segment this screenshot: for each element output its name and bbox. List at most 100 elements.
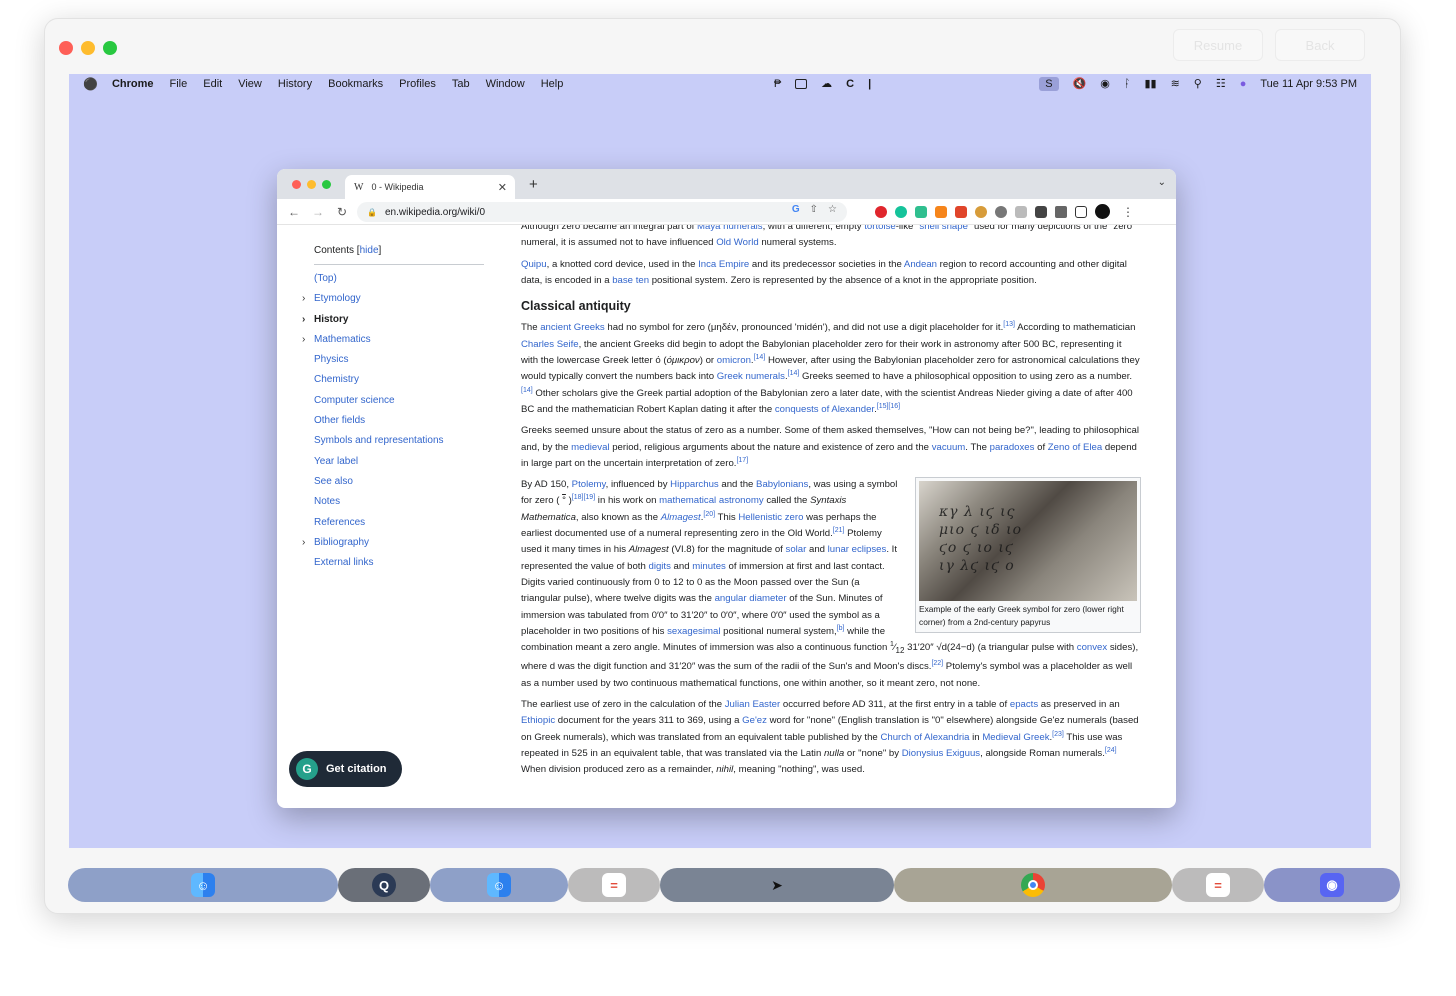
toc-item-external-links[interactable]: External links	[314, 557, 484, 577]
toc-item-other-fields[interactable]: Other fields	[314, 415, 484, 435]
dock-item-discord[interactable]: ◉	[1264, 868, 1400, 902]
link-maya-numerals[interactable]: Maya numerals	[697, 225, 763, 232]
profile-avatar-icon[interactable]	[1095, 204, 1110, 219]
link-dionysius-exiguus[interactable]: Dionysius Exiguus	[902, 748, 980, 759]
puzzle-extensions-icon[interactable]	[1055, 205, 1067, 218]
chevron-right-icon[interactable]: ›	[302, 293, 305, 304]
link-greek-numerals[interactable]: Greek numerals	[717, 371, 785, 382]
toc-item-see-also[interactable]: See also	[314, 476, 484, 496]
address-bar[interactable]: 🔒 en.wikipedia.org/wiki/0 G ⇧ ☆	[357, 202, 847, 222]
more-menu-icon[interactable]: ⋮	[1122, 205, 1134, 219]
link-quipu[interactable]: Quipu	[521, 259, 547, 270]
user-icon[interactable]: ◉	[1100, 77, 1110, 90]
dock-item-calculator-2[interactable]: =	[1172, 868, 1264, 902]
toc-item-references[interactable]: References	[314, 517, 484, 537]
link-shell-shape[interactable]: shell shape	[919, 225, 968, 232]
link-minutes[interactable]: minutes	[692, 561, 726, 572]
grey-extension-icon[interactable]	[995, 205, 1007, 218]
red-extension-icon[interactable]	[955, 205, 967, 218]
menu-view[interactable]: View	[238, 78, 262, 90]
menu-window[interactable]: Window	[486, 78, 525, 90]
menu-edit[interactable]: Edit	[203, 78, 222, 90]
chrome-minimize-button[interactable]	[307, 180, 316, 189]
link-omicron[interactable]: omicron	[717, 355, 751, 366]
apple-icon[interactable]: ⚫	[83, 77, 98, 91]
control-center-icon[interactable]: ☷	[1216, 77, 1226, 90]
dock-item-cursor-area[interactable]: ➤	[660, 868, 894, 902]
reload-icon[interactable]: ↻	[335, 205, 349, 219]
status-icon-1[interactable]: ₱	[774, 78, 781, 90]
link-base-ten[interactable]: base ten	[612, 275, 649, 286]
toc-item-year-label[interactable]: Year label	[314, 456, 484, 476]
chevron-right-icon[interactable]: ›	[302, 537, 305, 548]
chevron-right-icon[interactable]: ›	[302, 314, 305, 325]
cookie-extension-icon[interactable]	[975, 205, 987, 218]
link-geez[interactable]: Ge'ez	[742, 715, 767, 726]
mute-icon[interactable]: 🔇	[1073, 77, 1087, 90]
link-sexagesimal[interactable]: sexagesimal	[667, 626, 720, 637]
toc-item-mathematics[interactable]: › Mathematics	[302, 334, 484, 354]
link-ethiopic[interactable]: Ethiopic	[521, 715, 555, 726]
chevron-right-icon[interactable]: ›	[302, 334, 305, 345]
google-icon[interactable]: G	[792, 204, 800, 215]
toc-item-history[interactable]: › History	[302, 314, 484, 334]
bluetooth-icon[interactable]: ᛛ	[1124, 78, 1131, 90]
link-mathematical-astronomy[interactable]: mathematical astronomy	[659, 495, 764, 506]
link-hellenistic-zero[interactable]: Hellenistic zero	[738, 512, 803, 523]
link-epacts[interactable]: epacts	[1010, 699, 1038, 710]
zoom-button[interactable]	[103, 41, 117, 55]
menu-file[interactable]: File	[170, 78, 188, 90]
side-panel-icon[interactable]	[1075, 205, 1087, 218]
toc-item-physics[interactable]: Physics	[314, 354, 484, 374]
url-text[interactable]: en.wikipedia.org/wiki/0	[385, 207, 485, 218]
forward-arrow-icon[interactable]: →	[311, 205, 325, 219]
battery-icon[interactable]: ▮▮	[1144, 77, 1156, 90]
link-ptolemy[interactable]: Ptolemy	[572, 479, 606, 490]
link-ancient-greeks[interactable]: ancient Greeks	[540, 322, 605, 333]
cloud-icon[interactable]: ☁	[821, 77, 832, 90]
close-button[interactable]	[59, 41, 73, 55]
papyrus-image[interactable]: κγ λ ιϛ ις μιο ϛ ιδ ιο ϛο ϛ ιο ιϛ ιγ λϛ ιϛ …	[919, 481, 1137, 602]
link-zeno-of-elea[interactable]: Zeno of Elea	[1048, 442, 1102, 453]
link-conquests-of-alexander[interactable]: conquests of Alexander	[775, 404, 874, 415]
chrome-zoom-button[interactable]	[322, 180, 331, 189]
resume-button[interactable]: Resume	[1173, 29, 1263, 61]
link-charles-seife[interactable]: Charles Seife	[521, 339, 579, 350]
share-icon[interactable]: ⇧	[810, 204, 818, 215]
toc-item-top[interactable]: (Top)	[314, 273, 484, 293]
search-icon[interactable]: ⚲	[1194, 77, 1202, 90]
metamask-extension-icon[interactable]	[935, 205, 947, 218]
toc-item-chemistry[interactable]: Chemistry	[314, 374, 484, 394]
link-old-world[interactable]: Old World	[716, 237, 758, 248]
menu-profiles[interactable]: Profiles	[399, 78, 436, 90]
link-medieval-greek[interactable]: Medieval Greek	[982, 732, 1049, 743]
dock-item-finder-2[interactable]: ☺	[430, 868, 568, 902]
link-angular-diameter[interactable]: angular diameter	[715, 593, 787, 604]
link-paradoxes[interactable]: paradoxes	[990, 442, 1035, 453]
link-hipparchus[interactable]: Hipparchus	[670, 479, 719, 490]
opera-extension-icon[interactable]	[875, 205, 887, 218]
wifi-icon[interactable]: ≋	[1171, 77, 1180, 90]
link-lunar-eclipses[interactable]: lunar eclipses	[828, 544, 887, 555]
c-app-icon[interactable]: C	[846, 78, 854, 90]
siri-icon[interactable]: ●	[1240, 78, 1247, 90]
link-convex[interactable]: convex	[1077, 642, 1107, 653]
clock[interactable]: Tue 11 Apr 9:53 PM	[1260, 78, 1357, 90]
link-church-of-alexandria[interactable]: Church of Alexandria	[880, 732, 969, 743]
tab-close-icon[interactable]: ✕	[498, 181, 507, 194]
dock-item-calculator[interactable]: =	[568, 868, 660, 902]
dock-item-finder[interactable]: ☺	[68, 868, 338, 902]
dark-extension-icon[interactable]	[1035, 205, 1047, 218]
bookmark-star-icon[interactable]: ☆	[828, 204, 837, 215]
back-arrow-icon[interactable]: ←	[287, 205, 301, 219]
green-extension-icon[interactable]	[915, 205, 927, 218]
menu-bookmarks[interactable]: Bookmarks	[328, 78, 383, 90]
tab-search-chevron-icon[interactable]: ⌄	[1158, 177, 1166, 188]
menu-help[interactable]: Help	[541, 78, 564, 90]
screen-icon[interactable]	[795, 78, 808, 89]
link-vacuum[interactable]: vacuum	[932, 442, 966, 453]
toc-item-computer-science[interactable]: Computer science	[314, 395, 484, 415]
new-tab-button[interactable]: +	[529, 176, 538, 193]
light-extension-icon[interactable]	[1015, 205, 1027, 218]
bar-icon[interactable]: |	[868, 78, 871, 90]
